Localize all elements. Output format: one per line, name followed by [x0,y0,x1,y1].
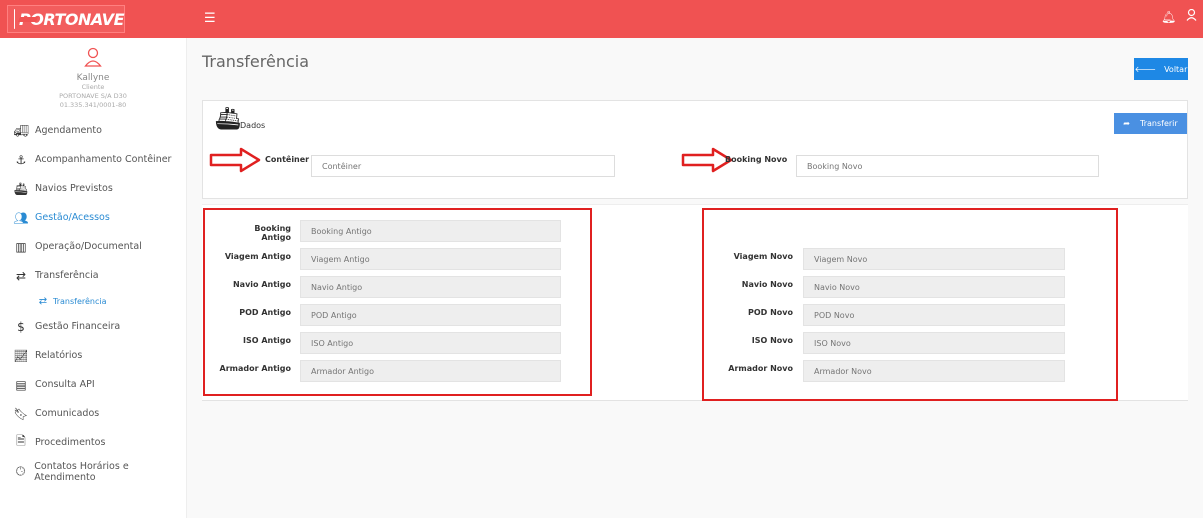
sidebar-item-label: Transferência [53,296,107,306]
anchor-icon: ⚓︎ [15,152,27,167]
sidebar-item-comunicados[interactable]: 🔖︎ Comunicados [0,399,186,428]
sidebar-subitem-transferencia[interactable]: ⇄ Transferência [0,290,186,312]
user-name: Kallyne [76,73,110,83]
share-arrow-icon: ➦ [1123,119,1130,128]
user-avatar-icon [0,47,186,71]
dollar-icon: $ [17,319,25,334]
back-button[interactable]: 🡐 Voltar [1134,58,1188,80]
bar-chart-icon: ▥ [15,239,27,254]
clock-icon: 🕓︎ [15,464,26,478]
exchange-icon: ⇄ [38,295,48,307]
sidebar-item-label: Relatórios [35,350,83,361]
document-icon: 🗎 [16,434,26,448]
sidebar-item-label: Gestão Financeira [35,321,121,332]
truck-icon: 🚚︎ [13,123,29,138]
sidebar-item-contatos[interactable]: 🕓︎ Contatos Horários e Atendimento [0,457,186,486]
sidebar-item-acompanhamento[interactable]: ⚓︎ Acompanhamento Contêiner [0,145,186,174]
bell-icon[interactable]: 🔔︎ [1161,10,1176,24]
sidebar-item-gestao-acessos[interactable]: 👥︎ Gestão/Acessos [0,203,186,232]
panel-title: Dados [240,121,266,130]
sidebar-item-label: Comunicados [35,408,100,419]
sidebar-item-navios[interactable]: 🚢︎ Navios Previstos [0,174,186,203]
line-chart-icon: 📈︎ [13,348,29,363]
portonave-logo[interactable]: PORTONAVE [7,5,125,33]
sidebar-item-procedimentos[interactable]: 🗎 Procedimentos [0,428,186,457]
sidebar-item-operacao[interactable]: ▥ Operação/Documental [0,232,186,261]
annotation-box-new [702,208,1118,401]
booking-new-input[interactable] [796,155,1099,177]
sidebar-nav: 🚚︎ Agendamento ⚓︎ Acompanhamento Contêiner… [0,116,186,486]
data-panel: 🚢︎ Dados ➦ Transferir Contêiner Booking N… [202,100,1188,199]
transfer-button[interactable]: ➦ Transferir [1114,113,1187,134]
logo-mark-icon [14,9,16,29]
bookmark-icon: 🔖︎ [13,406,29,421]
user-company: PORTONAVE S/A D30 [59,92,127,100]
container-label: Contêiner [265,155,310,164]
container-input[interactable] [311,155,615,177]
sidebar-item-label: Consulta API [35,379,95,390]
list-icon: ▤ [15,377,27,392]
annotation-arrow-icon [209,147,261,173]
transfer-button-label: Transferir [1140,119,1178,128]
arrow-left-icon: 🡐 [1134,65,1157,74]
sidebar-item-label: Transferência [35,270,99,281]
sidebar-item-label: Operação/Documental [35,241,142,252]
user-role: Cliente [81,83,105,91]
back-button-label: Voltar [1164,64,1188,74]
sidebar-item-gestao-financeira[interactable]: $ Gestão Financeira [0,312,186,341]
sidebar-item-consulta-api[interactable]: ▤ Consulta API [0,370,186,399]
sidebar-item-label: Procedimentos [35,437,106,448]
users-icon: 👥︎ [13,210,29,225]
sidebar-item-label: Gestão/Acessos [35,212,110,223]
page-title: Transferência [202,52,310,71]
hamburger-icon[interactable]: ☰ [204,11,216,26]
sidebar-item-transferencia[interactable]: ⇄ Transferência [0,261,186,290]
ship-icon: 🚢︎ [214,107,242,132]
ship-icon: 🚢︎ [13,181,29,196]
user-profile: Kallyne Cliente PORTONAVE S/A D30 01.335… [0,38,186,110]
sidebar-item-label: Contatos Horários e Atendimento [34,460,129,483]
sidebar-item-label: Acompanhamento Contêiner [35,154,172,165]
sidebar-item-agendamento[interactable]: 🚚︎ Agendamento [0,116,186,145]
sidebar: Kallyne Cliente PORTONAVE S/A D30 01.335… [0,38,187,518]
user-icon[interactable] [1186,8,1197,24]
sidebar-item-relatorios[interactable]: 📈︎ Relatórios [0,341,186,370]
sidebar-item-label: Navios Previstos [35,183,113,194]
booking-new-label: Booking Novo [725,155,788,164]
annotation-box-old [203,208,592,396]
main-content: Transferência 🡐 Voltar 🚢︎ Dados ➦ Transfer… [187,38,1203,518]
top-bar: PORTONAVE ☰ 🔔︎ [0,0,1203,38]
sidebar-item-label: Agendamento [35,125,102,136]
user-document: 01.335.341/0001-80 [59,101,127,109]
exchange-icon: ⇄ [15,268,27,283]
